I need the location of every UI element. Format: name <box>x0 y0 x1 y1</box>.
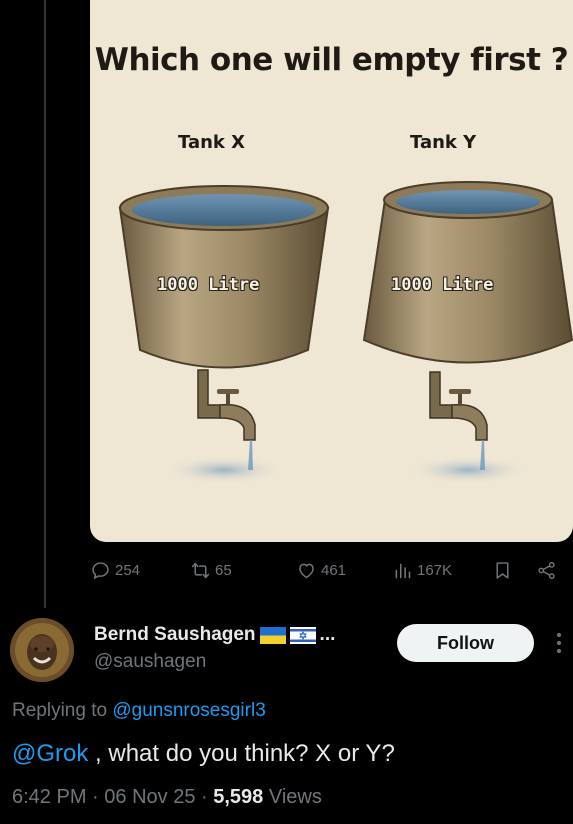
replying-to-line: Replying to @gunsnrosesgirl3 <box>12 700 266 722</box>
reply-count: 254 <box>115 562 141 579</box>
views-count: 167K <box>417 562 453 579</box>
views-button[interactable]: 167K <box>392 560 452 581</box>
tweet-views-label: Views <box>263 786 322 808</box>
tweet-date[interactable]: 06 Nov 25 <box>104 786 195 808</box>
views-icon <box>395 563 411 579</box>
israel-flag-icon <box>289 626 316 644</box>
tweet-text-body: , what do you think? X or Y? <box>88 740 395 767</box>
reply-button[interactable]: 254 <box>90 560 140 581</box>
tank-x-shape <box>118 185 330 484</box>
meta-separator: · <box>86 786 105 808</box>
author-name-truncation: ... <box>319 624 336 645</box>
ukraine-flag-icon <box>259 626 286 644</box>
avatar-image <box>10 618 74 682</box>
author-handle[interactable]: @saushagen <box>94 651 206 673</box>
tank-x-capacity: 1000 Litre <box>157 275 260 295</box>
replying-to-link[interactable]: @gunsnrosesgirl3 <box>112 700 265 721</box>
retweet-button[interactable]: 65 <box>190 560 232 581</box>
reply-icon <box>92 562 109 580</box>
author-name[interactable]: Bernd Saushagen ... <box>94 624 335 646</box>
follow-button[interactable]: Follow <box>397 624 534 662</box>
tweet-time[interactable]: 6:42 PM <box>12 786 86 808</box>
tweet-text: @Grok , what do you think? X or Y? <box>12 740 395 768</box>
retweet-count: 65 <box>215 562 232 579</box>
bookmark-button[interactable] <box>492 560 513 581</box>
tweet-meta: 6:42 PM · 06 Nov 25 · 5,598 Views <box>12 786 322 809</box>
bookmark-icon <box>496 562 509 579</box>
tweet-action-bar: 254 65 461 167K <box>90 560 573 586</box>
retweet-icon <box>191 562 210 579</box>
more-options-icon[interactable] <box>553 630 565 656</box>
share-button[interactable] <box>536 560 557 581</box>
like-count: 461 <box>321 562 347 579</box>
thread-connector-line <box>44 0 46 608</box>
grok-mention-link[interactable]: @Grok <box>12 740 88 767</box>
share-icon <box>538 561 555 580</box>
author-display-name: Bernd Saushagen <box>94 624 256 645</box>
tanks-illustration <box>118 181 573 484</box>
avatar[interactable] <box>10 618 74 682</box>
like-button[interactable]: 461 <box>296 560 346 581</box>
tweet-views-count: 5,598 <box>213 786 264 808</box>
replying-prefix: Replying to <box>12 700 113 721</box>
tweet-media-image[interactable]: Which one will empty first ? Tank X Tank… <box>90 0 573 542</box>
meta-separator: · <box>195 786 214 808</box>
like-icon <box>299 563 314 579</box>
tank-y-shape <box>362 181 573 484</box>
tank-y-capacity: 1000 Litre <box>391 275 494 295</box>
